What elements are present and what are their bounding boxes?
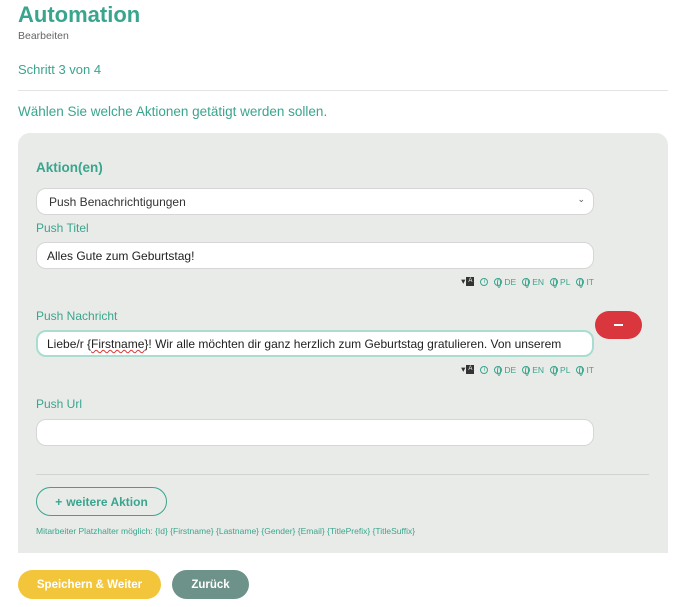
- globe-icon: [550, 277, 559, 288]
- info-icon[interactable]: i: [480, 277, 489, 286]
- intro-text: Wählen Sie welche Aktionen getätigt werd…: [18, 104, 328, 119]
- language-it[interactable]: IT: [576, 277, 594, 288]
- step-indicator: Schritt 3 von 4: [18, 62, 102, 77]
- translate-icon[interactable]: ▾ A: [461, 364, 475, 375]
- back-button[interactable]: Zurück: [172, 570, 249, 599]
- chevron-down-icon: ⌄: [577, 194, 585, 204]
- push-message-label: Push Nachricht: [36, 309, 118, 323]
- language-pl[interactable]: PL: [550, 277, 570, 288]
- push-url-label: Push Url: [36, 397, 83, 411]
- save-continue-button[interactable]: Speichern & Weiter: [18, 570, 161, 599]
- remove-action-button[interactable]: [595, 311, 642, 339]
- page-subtitle: Bearbeiten: [18, 30, 69, 42]
- actions-panel: Aktion(en) Push Benachrichtigungen ⌄ Pus…: [18, 133, 668, 553]
- globe-icon: [494, 277, 503, 288]
- info-icon[interactable]: i: [480, 365, 489, 374]
- globe-icon: [576, 277, 585, 288]
- panel-divider: [36, 474, 649, 475]
- push-message-input[interactable]: Liebe/r {Firstname}! Wir alle möchten di…: [36, 330, 594, 357]
- language-de[interactable]: DE: [494, 365, 516, 376]
- action-type-select[interactable]: Push Benachrichtigungen ⌄: [36, 188, 594, 215]
- globe-icon: [576, 365, 585, 376]
- language-pl[interactable]: PL: [550, 365, 570, 376]
- minus-icon: [614, 324, 623, 326]
- add-action-button[interactable]: + weitere Aktion: [36, 487, 167, 516]
- action-type-value: Push Benachrichtigungen: [49, 195, 186, 209]
- language-en[interactable]: EN: [522, 365, 544, 376]
- plus-icon: +: [55, 494, 63, 509]
- translate-icon[interactable]: ▾ A: [461, 276, 475, 287]
- language-en[interactable]: EN: [522, 277, 544, 288]
- header-divider: [18, 90, 668, 91]
- placeholder-hint: Mitarbeiter Platzhalter möglich: {Id} {F…: [36, 526, 416, 536]
- globe-icon: [522, 365, 531, 376]
- push-title-language-bar: ▾ A i DE EN PL IT: [461, 276, 594, 288]
- globe-icon: [522, 277, 531, 288]
- add-action-label: weitere Aktion: [66, 494, 148, 509]
- globe-icon: [550, 365, 559, 376]
- push-title-input[interactable]: Alles Gute zum Geburtstag!: [36, 242, 594, 269]
- section-title: Aktion(en): [36, 160, 103, 175]
- page-title: Automation: [18, 2, 141, 27]
- globe-icon: [494, 365, 503, 376]
- language-it[interactable]: IT: [576, 365, 594, 376]
- language-de[interactable]: DE: [494, 277, 516, 288]
- push-url-input[interactable]: [36, 419, 594, 446]
- push-message-language-bar: ▾ A i DE EN PL IT: [461, 364, 594, 376]
- push-title-label: Push Titel: [36, 221, 89, 235]
